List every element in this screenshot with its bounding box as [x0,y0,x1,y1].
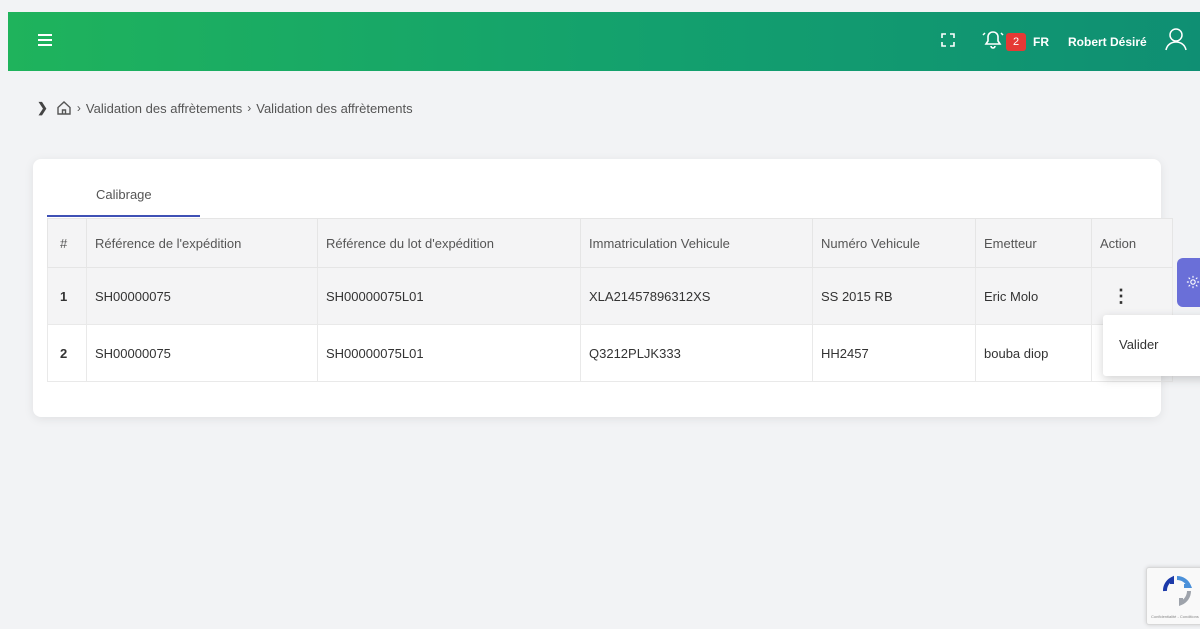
shipments-table: # Référence de l'expédition Référence du… [47,218,1173,382]
cell-emetteur: bouba diop [975,324,1092,382]
cell-ref-lot: SH00000075L01 [317,267,581,325]
cell-emetteur: Eric Molo [975,267,1092,325]
breadcrumb-item: Validation des affrètements [256,100,413,116]
table-row[interactable]: 1 SH00000075 SH00000075L01 XLA2145789631… [47,267,1173,325]
notification-badge: 2 [1006,33,1026,51]
gear-icon [1186,275,1200,289]
top-bar: 2 FR Robert Désiré [8,12,1200,71]
user-name[interactable]: Robert Désiré [1068,35,1147,49]
column-header: Action [1091,218,1173,268]
column-header: # [47,218,87,268]
column-header: Numéro Vehicule [812,218,976,268]
home-icon[interactable] [56,100,72,116]
column-header: Emetteur [975,218,1092,268]
tab-calibrage[interactable]: Calibrage [47,187,200,217]
breadcrumb-separator-icon: › [76,101,81,115]
cell-ref-expedition: SH00000075 [86,267,318,325]
column-header: Référence de l'expédition [86,218,318,268]
bell-icon[interactable] [982,29,1004,49]
row-number: 2 [47,324,87,382]
user-icon[interactable] [1164,27,1188,51]
cell-ref-lot: SH00000075L01 [317,324,581,382]
recaptcha-icon [1163,575,1193,607]
breadcrumb-separator-icon: › [247,101,252,115]
action-dropdown: Valider [1103,315,1200,376]
breadcrumb-lead-chevron-icon: ❯ [37,100,48,115]
cell-immatriculation: Q3212PLJK333 [580,324,813,382]
hamburger-menu-icon[interactable] [38,34,52,46]
cell-immatriculation: XLA21457896312XS [580,267,813,325]
breadcrumb: ❯ › Validation des affrètements › Valida… [37,99,413,117]
recaptcha-label[interactable]: Confidentialité - Conditions [1151,614,1199,619]
kebab-menu-icon[interactable]: ⋮ [1100,286,1130,306]
row-number: 1 [47,267,87,325]
recaptcha-badge[interactable]: Confidentialité - Conditions [1146,567,1200,625]
table-header-row: # Référence de l'expédition Référence du… [47,218,1173,268]
cell-ref-expedition: SH00000075 [86,324,318,382]
menu-item-valider[interactable]: Valider [1119,337,1159,352]
cell-numero-vehicule: SS 2015 RB [812,267,976,325]
column-header: Référence du lot d'expédition [317,218,581,268]
language-selector[interactable]: FR [1033,35,1049,49]
main-card: Calibrage # Référence de l'expédition Ré… [33,159,1173,417]
settings-tab[interactable] [1177,258,1200,307]
fullscreen-icon[interactable] [940,32,956,48]
table-row[interactable]: 2 SH00000075 SH00000075L01 Q3212PLJK333 … [47,324,1173,382]
column-header: Immatriculation Vehicule [580,218,813,268]
cell-numero-vehicule: HH2457 [812,324,976,382]
breadcrumb-item[interactable]: Validation des affrètements [86,101,242,116]
